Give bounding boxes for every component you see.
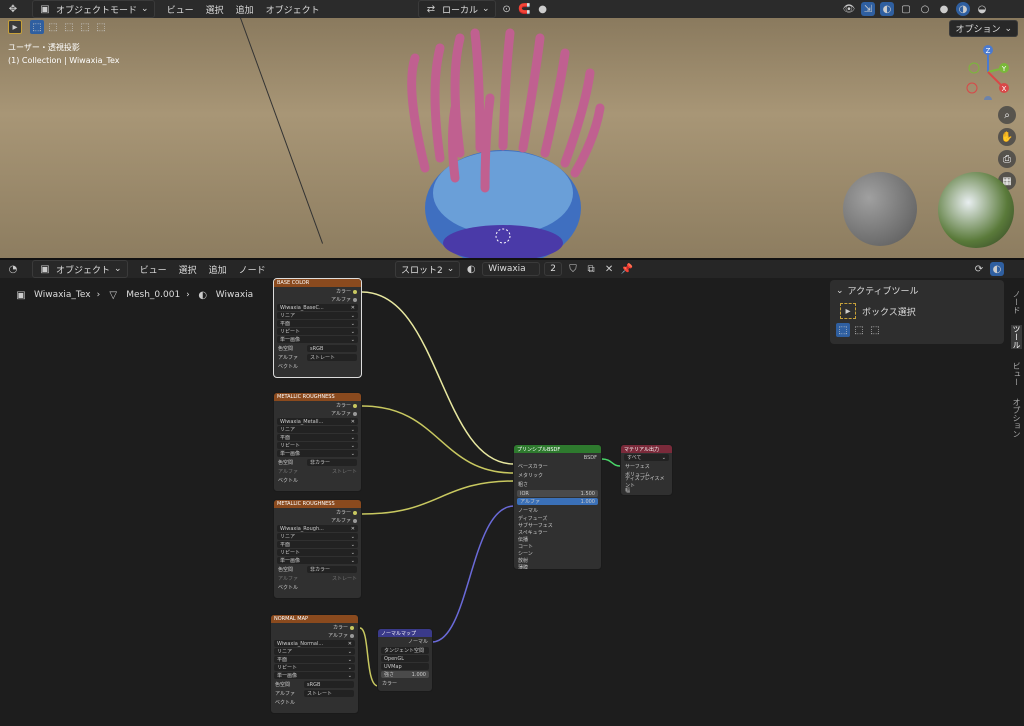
image-field[interactable]: Wiwaxia_Metall... ✕ <box>277 418 358 425</box>
node-normal-map[interactable]: ノーマルマップ ノーマル タンジェント空間 OpenGL UVMap 強さ 1.0… <box>377 628 433 692</box>
node-title: METALLIC ROUGHNESS <box>274 393 361 401</box>
node-metallic-roughness-1[interactable]: METALLIC ROUGHNESS カラー アルファ Wiwaxia_Meta… <box>273 392 362 492</box>
node-normal-map-image[interactable]: NORMAL MAP カラー アルファ Wiwaxia_Normal... ✕ リ… <box>270 614 359 714</box>
node-links <box>359 291 621 687</box>
node-title: プリンシプルBSDF <box>514 445 601 453</box>
tab-tool[interactable]: ツール <box>1011 325 1022 349</box>
image-field[interactable]: Wiwaxia_BaseC... ✕ <box>277 304 358 311</box>
active-tool-panel: ⌄ アクティブツール ▸ ボックス選択 ⬚ ⬚ ⬚ <box>830 280 1004 344</box>
node-base-color[interactable]: BASE COLOR カラー アルファ Wiwaxia_BaseC... ✕ リニ… <box>273 278 362 378</box>
box-select-tool-icon[interactable]: ▸ <box>840 303 856 319</box>
close-icon: ✕ <box>350 418 355 425</box>
tab-node[interactable]: ノード <box>1011 290 1022 314</box>
select-new-icon[interactable]: ⬚ <box>836 323 850 337</box>
select-subtract-icon[interactable]: ⬚ <box>868 323 882 337</box>
node-title: NORMAL MAP <box>271 615 358 623</box>
node-title: ノーマルマップ <box>378 629 432 637</box>
node-principled-bsdf[interactable]: プリンシプルBSDF BSDF ベースカラー メタリック 粗さ IOR 1.500… <box>513 444 602 570</box>
image-field[interactable]: Wiwaxia_Rough... ✕ <box>277 525 358 532</box>
close-icon: ✕ <box>350 304 355 311</box>
tool-name: ボックス選択 <box>862 307 916 318</box>
node-metallic-roughness-2[interactable]: METALLIC ROUGHNESS カラー アルファ Wiwaxia_Roug… <box>273 499 362 599</box>
node-title: METALLIC ROUGHNESS <box>274 500 361 508</box>
tab-view[interactable]: ビュー <box>1011 362 1022 386</box>
chevron-down-icon: ⌄ <box>836 285 844 296</box>
node-material-output[interactable]: マテリアル出力 すべて ⌄ サーフェス ボリューム ディスプレイスメント 幅 <box>620 444 673 496</box>
node-title: マテリアル出力 <box>621 445 672 453</box>
node-title: BASE COLOR <box>274 279 361 287</box>
tab-options[interactable]: オプション <box>1011 398 1022 438</box>
panel-title: アクティブツール <box>847 287 919 297</box>
close-icon: ✕ <box>347 640 352 647</box>
close-icon: ✕ <box>350 525 355 532</box>
select-extend-icon[interactable]: ⬚ <box>852 323 866 337</box>
image-field[interactable]: Wiwaxia_Normal... ✕ <box>274 640 355 647</box>
